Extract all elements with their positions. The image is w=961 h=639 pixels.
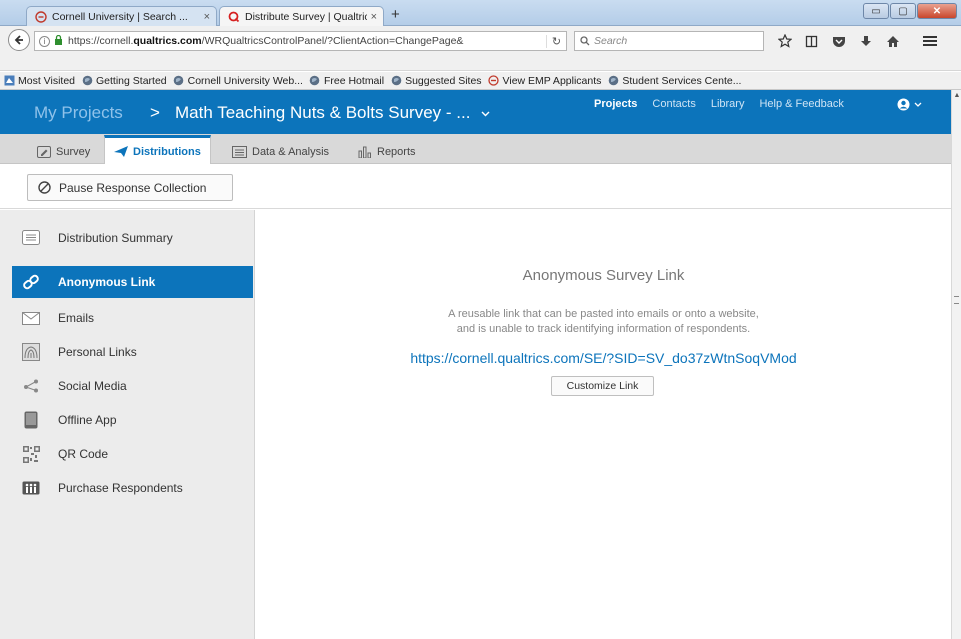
reload-icon[interactable]: ↻ xyxy=(546,34,566,48)
globe-icon xyxy=(173,75,185,87)
user-menu[interactable] xyxy=(897,98,922,111)
url-bar[interactable]: i https://cornell.qualtrics.com/WRQualtr… xyxy=(34,31,567,51)
page-scrollbar[interactable]: ▲ xyxy=(951,90,961,639)
chevron-down-icon xyxy=(481,111,490,117)
tab-data-analysis[interactable]: Data & Analysis xyxy=(223,139,338,164)
info-icon[interactable]: i xyxy=(39,35,50,47)
tab-survey[interactable]: Survey xyxy=(28,139,99,164)
close-tab-icon[interactable]: × xyxy=(371,11,377,23)
sidebar-item-social-media[interactable]: Social Media xyxy=(12,370,253,402)
back-arrow-icon xyxy=(14,35,23,45)
bookmark-cornell-web[interactable]: Cornell University Web... xyxy=(173,75,303,87)
search-input[interactable]: Search xyxy=(574,31,764,51)
my-projects-link[interactable]: My Projects xyxy=(34,103,123,123)
globe-icon xyxy=(81,75,93,87)
download-icon[interactable] xyxy=(852,30,879,52)
user-avatar-icon xyxy=(897,98,910,111)
cornell-favicon-icon xyxy=(488,75,500,87)
people-icon xyxy=(22,479,40,497)
panel-description: A reusable link that can be pasted into … xyxy=(448,308,759,335)
pause-response-collection-button[interactable]: Pause Response Collection xyxy=(27,174,233,201)
tab-reports[interactable]: Reports xyxy=(349,139,425,164)
search-icon xyxy=(580,36,590,46)
minimize-button[interactable]: ▭ xyxy=(863,3,889,19)
bookmarks-menu-icon[interactable] xyxy=(798,30,825,52)
most-visited-icon xyxy=(3,75,15,87)
bookmark-student-services[interactable]: Student Services Cente... xyxy=(607,75,741,87)
bookmark-star-icon[interactable] xyxy=(771,30,798,52)
bookmark-suggested-sites[interactable]: Suggested Sites xyxy=(390,75,482,87)
hamburger-menu-icon[interactable] xyxy=(916,30,943,52)
share-icon xyxy=(22,377,40,395)
chevron-down-icon xyxy=(914,102,922,107)
nav-help-feedback[interactable]: Help & Feedback xyxy=(759,98,843,110)
browser-tab-cornell[interactable]: Cornell University | Search ... × xyxy=(26,6,217,26)
sidebar-item-offline-app[interactable]: Offline App xyxy=(12,404,253,436)
cornell-favicon-icon xyxy=(35,10,47,23)
bookmark-free-hotmail[interactable]: Free Hotmail xyxy=(309,75,384,87)
bookmarks-bar: Most Visited Getting Started Cornell Uni… xyxy=(0,72,961,90)
sidebar-item-emails[interactable]: Emails xyxy=(12,302,253,334)
bar-chart-icon xyxy=(358,146,372,158)
browser-tab-qualtrics[interactable]: Distribute Survey | Qualtric... × xyxy=(219,6,384,27)
sidebar-item-distribution-summary[interactable]: Distribution Summary xyxy=(12,220,253,255)
tab-label: Distribute Survey | Qualtric... xyxy=(245,11,367,23)
globe-icon xyxy=(390,75,402,87)
panel-title: Anonymous Survey Link xyxy=(522,267,685,284)
distribution-sidebar: Distribution Summary Anonymous Link Emai… xyxy=(0,210,255,639)
nav-projects[interactable]: Projects xyxy=(594,98,637,110)
fingerprint-icon xyxy=(22,343,40,361)
bookmark-most-visited[interactable]: Most Visited xyxy=(3,75,75,87)
back-button[interactable] xyxy=(8,29,30,51)
qr-code-icon xyxy=(22,445,40,463)
search-placeholder: Search xyxy=(594,35,628,47)
pocket-icon[interactable] xyxy=(825,30,852,52)
globe-icon xyxy=(607,75,619,87)
browser-toolbar-icons xyxy=(771,30,943,52)
sidebar-item-personal-links[interactable]: Personal Links xyxy=(12,336,253,368)
new-tab-button[interactable]: + xyxy=(391,7,400,23)
scrollbar-grip[interactable] xyxy=(954,296,959,304)
project-tabs: Survey Distributions Data & Analysis Rep… xyxy=(0,134,951,165)
qualtrics-favicon-icon xyxy=(228,11,240,23)
nav-library[interactable]: Library xyxy=(711,98,745,110)
pencil-icon xyxy=(37,145,51,158)
list-icon xyxy=(22,229,40,247)
tablet-icon xyxy=(22,411,40,429)
lock-icon xyxy=(54,34,63,48)
close-window-button[interactable]: ✕ xyxy=(917,3,957,19)
sidebar-item-purchase-respondents[interactable]: Purchase Respondents xyxy=(12,472,253,504)
breadcrumb-separator: > xyxy=(150,103,160,122)
bookmark-getting-started[interactable]: Getting Started xyxy=(81,75,167,87)
link-icon xyxy=(22,273,40,291)
home-icon[interactable] xyxy=(879,30,906,52)
window-controls: ▭ ▢ ✕ xyxy=(862,3,957,19)
pause-circle-icon xyxy=(38,181,51,194)
maximize-button[interactable]: ▢ xyxy=(890,3,916,19)
data-table-icon xyxy=(232,145,247,158)
tab-label: Cornell University | Search ... xyxy=(52,10,188,23)
survey-title-dropdown[interactable]: Math Teaching Nuts & Bolts Survey - ... xyxy=(175,103,490,123)
app-header: My Projects > Math Teaching Nuts & Bolts… xyxy=(0,90,951,134)
customize-link-button[interactable]: Customize Link xyxy=(551,376,654,396)
sidebar-item-qr-code[interactable]: QR Code xyxy=(12,438,253,470)
anonymous-link-panel: Anonymous Survey Link A reusable link th… xyxy=(256,210,951,639)
globe-icon xyxy=(309,75,321,87)
browser-navbar: i https://cornell.qualtrics.com/WRQualtr… xyxy=(0,26,961,71)
envelope-icon xyxy=(22,309,40,327)
nav-contacts[interactable]: Contacts xyxy=(652,98,695,110)
browser-titlebar: Cornell University | Search ... × Distri… xyxy=(0,0,961,27)
sidebar-item-anonymous-link[interactable]: Anonymous Link xyxy=(12,266,253,298)
bookmark-view-emp[interactable]: View EMP Applicants xyxy=(488,75,601,87)
url-text: https://cornell.qualtrics.com/WRQualtric… xyxy=(68,35,464,47)
paper-plane-icon xyxy=(114,146,128,157)
distribution-toolbar: Pause Response Collection xyxy=(0,164,951,209)
close-tab-icon[interactable]: × xyxy=(204,11,210,23)
tab-distributions[interactable]: Distributions xyxy=(104,135,211,165)
top-nav: Projects Contacts Library Help & Feedbac… xyxy=(594,98,859,110)
anonymous-survey-link[interactable]: https://cornell.qualtrics.com/SE/?SID=SV… xyxy=(256,350,951,366)
scroll-up-arrow-icon[interactable]: ▲ xyxy=(952,90,961,100)
